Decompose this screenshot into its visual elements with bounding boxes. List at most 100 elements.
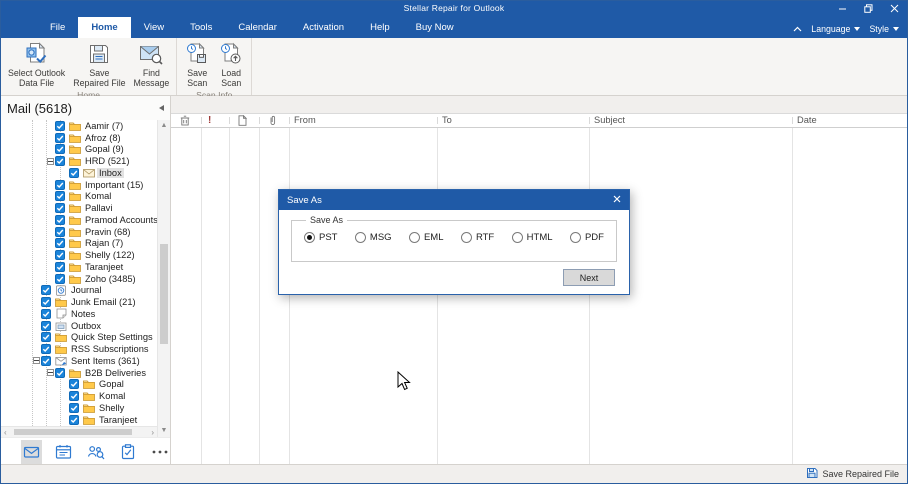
tree-item-label[interactable]: Inbox xyxy=(97,168,124,178)
tree-item-label[interactable]: B2B Deliveries xyxy=(83,368,148,378)
tree-item-label[interactable]: Pravin (68) xyxy=(83,227,132,237)
column-header-to[interactable]: To xyxy=(442,115,452,125)
tab-buy-now[interactable]: Buy Now xyxy=(403,17,467,38)
tree-item-label[interactable]: Journal xyxy=(69,285,104,295)
find-message-button[interactable]: Find Message xyxy=(130,40,174,90)
load-scan-button[interactable]: Load Scan xyxy=(214,40,248,90)
tree-item-rss-subscriptions[interactable]: RSS Subscriptions xyxy=(1,343,157,355)
column-header-date[interactable]: Date xyxy=(797,115,817,125)
tree-item-taranjeet[interactable]: Taranjeet xyxy=(1,261,157,273)
folder-checkbox[interactable] xyxy=(55,227,65,237)
tree-item-taranjeet[interactable]: Taranjeet xyxy=(1,414,157,426)
chevron-up-icon[interactable] xyxy=(793,24,802,34)
radio-icon[interactable] xyxy=(512,232,523,243)
tree-item-label[interactable]: Taranjeet xyxy=(97,415,139,425)
folder-checkbox[interactable] xyxy=(41,321,51,331)
tree-item-label[interactable]: Gopal (9) xyxy=(83,144,126,154)
tree-item-shelly-122[interactable]: Shelly (122) xyxy=(1,249,157,261)
tree-item-b2b-deliveries[interactable]: B2B Deliveries xyxy=(1,367,157,379)
folder-checkbox[interactable] xyxy=(55,238,65,248)
collapse-panel-icon[interactable] xyxy=(159,105,164,111)
folder-checkbox[interactable] xyxy=(55,203,65,213)
tree-item-label[interactable]: Outbox xyxy=(69,321,103,331)
language-menu[interactable]: Language xyxy=(811,24,860,34)
folder-checkbox[interactable] xyxy=(69,168,79,178)
folder-checkbox[interactable] xyxy=(55,262,65,272)
column-header-from[interactable]: From xyxy=(294,115,316,125)
scrollbar-thumb[interactable] xyxy=(160,244,168,344)
folder-checkbox[interactable] xyxy=(69,403,79,413)
folder-checkbox[interactable] xyxy=(41,332,51,342)
tree-item-label[interactable]: Shelly xyxy=(97,403,126,413)
tree-item-label[interactable]: Important (15) xyxy=(83,180,145,190)
tree-item-label[interactable]: Afroz (8) xyxy=(83,133,123,143)
folder-checkbox[interactable] xyxy=(69,379,79,389)
nav-contacts-button[interactable] xyxy=(85,440,106,464)
radio-icon[interactable] xyxy=(461,232,472,243)
folder-checkbox[interactable] xyxy=(55,133,65,143)
nav-mail-button[interactable] xyxy=(21,440,42,464)
folder-checkbox[interactable] xyxy=(41,285,51,295)
radio-option-pst[interactable]: PST xyxy=(304,232,337,243)
tree-item-pallavi[interactable]: Pallavi xyxy=(1,202,157,214)
folder-checkbox[interactable] xyxy=(69,415,79,425)
folder-checkbox[interactable] xyxy=(41,356,51,366)
tab-file[interactable]: File xyxy=(37,17,78,38)
tree-item-outbox[interactable]: Outbox xyxy=(1,320,157,332)
tree-item-pravin-68[interactable]: Pravin (68) xyxy=(1,226,157,238)
scroll-left-icon[interactable]: ‹ xyxy=(4,428,7,437)
tree-item-label[interactable]: Komal xyxy=(83,191,113,201)
tree-item-sent-items-361[interactable]: Sent Items (361) xyxy=(1,355,157,367)
tab-home[interactable]: Home xyxy=(78,17,130,38)
column-header-attachment[interactable] xyxy=(268,115,277,128)
tab-tools[interactable]: Tools xyxy=(177,17,225,38)
radio-icon[interactable] xyxy=(409,232,420,243)
tree-item-gopal-9[interactable]: Gopal (9) xyxy=(1,144,157,156)
minimize-icon[interactable] xyxy=(837,3,847,13)
tree-item-journal[interactable]: Journal xyxy=(1,285,157,297)
tab-activation[interactable]: Activation xyxy=(290,17,357,38)
tree-item-gopal[interactable]: Gopal xyxy=(1,379,157,391)
folder-checkbox[interactable] xyxy=(69,391,79,401)
tree-horizontal-scrollbar[interactable]: ‹ › xyxy=(1,426,157,437)
tree-item-label[interactable]: Rajan (7) xyxy=(83,238,125,248)
folder-checkbox[interactable] xyxy=(41,297,51,307)
radio-option-pdf[interactable]: PDF xyxy=(570,232,604,243)
dialog-close-icon[interactable] xyxy=(613,195,621,206)
folder-checkbox[interactable] xyxy=(55,215,65,225)
tree-item-pramod-accounts[interactable]: Pramod Accounts xyxy=(1,214,157,226)
tree-item-label[interactable]: RSS Subscriptions xyxy=(69,344,151,354)
folder-checkbox[interactable] xyxy=(55,368,65,378)
folder-checkbox[interactable] xyxy=(55,191,65,201)
save-scan-button[interactable]: Save Scan xyxy=(180,40,214,90)
statusbar-save-label[interactable]: Save Repaired File xyxy=(822,469,899,479)
radio-option-eml[interactable]: EML xyxy=(409,232,444,243)
folder-checkbox[interactable] xyxy=(55,121,65,131)
restore-icon[interactable] xyxy=(863,3,873,13)
radio-option-msg[interactable]: MSG xyxy=(355,232,392,243)
tree-item-komal[interactable]: Komal xyxy=(1,191,157,203)
folder-checkbox[interactable] xyxy=(55,180,65,190)
nav-calendar-button[interactable] xyxy=(53,440,74,464)
collapse-box-icon[interactable] xyxy=(33,357,40,364)
tab-help[interactable]: Help xyxy=(357,17,403,38)
tree-item-label[interactable]: Junk Email (21) xyxy=(69,297,138,307)
folder-checkbox[interactable] xyxy=(55,274,65,284)
tree-item-important-15[interactable]: Important (15) xyxy=(1,179,157,191)
radio-icon[interactable] xyxy=(570,232,581,243)
tree-item-label[interactable]: Taranjeet xyxy=(83,262,125,272)
column-header-importance[interactable]: ! xyxy=(208,115,211,126)
tree-item-label[interactable]: Aamir (7) xyxy=(83,121,125,131)
column-header-delete[interactable] xyxy=(180,115,190,128)
folder-checkbox[interactable] xyxy=(55,144,65,154)
folder-checkbox[interactable] xyxy=(55,250,65,260)
folder-checkbox[interactable] xyxy=(41,309,51,319)
tree-item-label[interactable]: Komal xyxy=(97,391,127,401)
scrollbar-thumb[interactable] xyxy=(14,429,132,435)
select-outlook-data-file-button[interactable]: Select Outlook Data File xyxy=(4,40,69,90)
tree-item-label[interactable]: Pramod Accounts xyxy=(83,215,157,225)
column-header-item-type[interactable] xyxy=(238,115,247,128)
scroll-right-icon[interactable]: › xyxy=(151,428,154,437)
tree-item-label[interactable]: Zoho (3485) xyxy=(83,274,138,284)
tree-item-zoho-3485[interactable]: Zoho (3485) xyxy=(1,273,157,285)
